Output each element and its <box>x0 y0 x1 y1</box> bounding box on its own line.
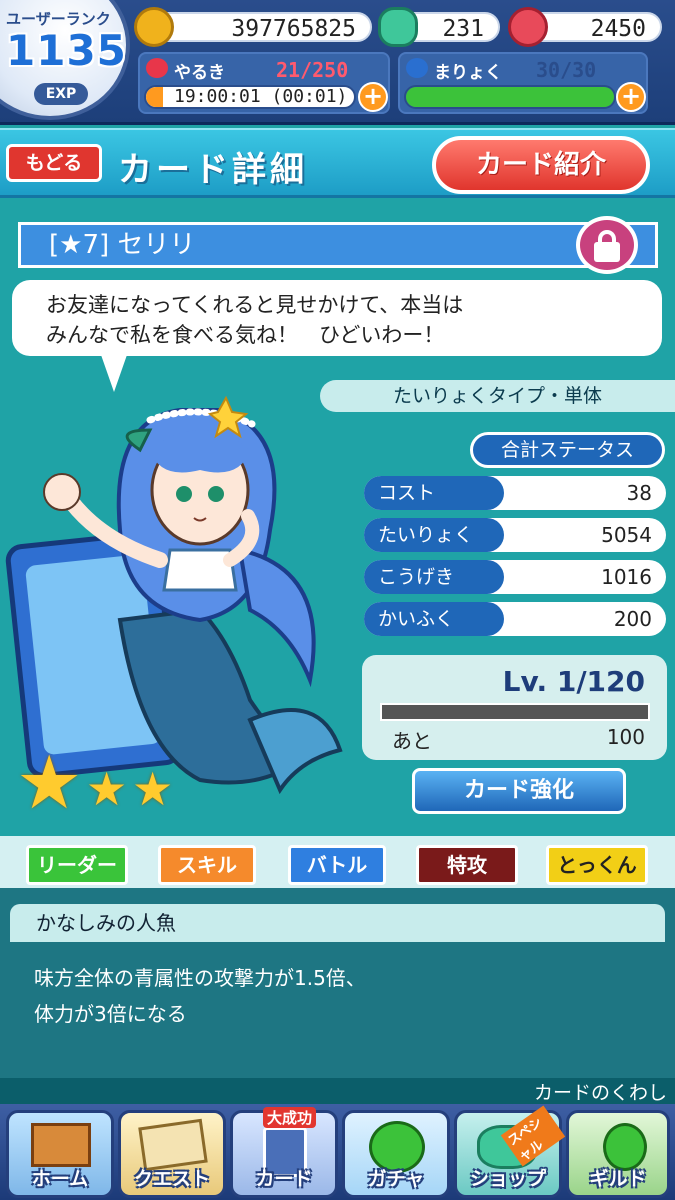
maryoku-label: まりょく <box>434 63 502 83</box>
nav-label: クエスト <box>133 1168 210 1190</box>
yaruki-label: やるき <box>174 63 225 83</box>
stat-recovery: かいふく 200 <box>364 602 666 636</box>
nav-card[interactable]: 大成功 カード <box>230 1107 338 1198</box>
house-icon <box>31 1123 91 1167</box>
maryoku-icon <box>406 58 428 78</box>
rarity-star-small-2: ★ <box>132 762 174 816</box>
leader-skill-name: かなしみの人魚 <box>10 904 665 942</box>
nav-label: カード <box>255 1168 313 1190</box>
level-box: Lv. 1/120 あと 100 <box>362 655 667 760</box>
page-title: カード詳細 <box>118 150 308 190</box>
card-intro-button[interactable]: カード紹介 <box>432 136 650 194</box>
nav-shop[interactable]: スペシャル ショップ <box>454 1105 566 1198</box>
status-header-label: 合計ステータス <box>470 432 665 468</box>
nav-gacha[interactable]: ガチャ <box>342 1110 450 1198</box>
status-header: ユーザーランク 1135 EXP 397765825 231 2450 やるき … <box>0 0 675 125</box>
stat-cost: コスト 38 <box>364 476 666 510</box>
lock-button[interactable] <box>576 216 638 274</box>
maryoku-plus-button[interactable]: + <box>616 82 646 112</box>
stat-value: 1016 <box>601 565 652 589</box>
yaruki-icon <box>146 58 168 78</box>
card-name: [★7] セリリ <box>18 222 658 268</box>
ticket-icon <box>508 7 548 47</box>
quote-line-2: みんなで私を食べる気ね！ ひどいわー！ <box>46 323 445 347</box>
maryoku-panel: まりょく 30/30 + <box>398 52 648 114</box>
desc-line-2: 体力が3倍になる <box>34 1002 187 1026</box>
exp-badge: EXP <box>34 83 88 105</box>
card-type: たいりょくタイプ・単体 <box>320 380 675 412</box>
lock-shackle <box>598 230 616 248</box>
desc-line-1: 味方全体の青属性の攻撃力が1.5倍、 <box>34 966 366 990</box>
yaruki-bar-fill <box>146 87 163 107</box>
nav-home[interactable]: ホーム <box>6 1110 114 1198</box>
user-rank: 1135 <box>6 26 127 75</box>
stat-label: コスト <box>364 476 504 510</box>
nav-guild[interactable]: ギルド <box>566 1110 670 1198</box>
tab-leader[interactable]: リーダー <box>26 845 128 885</box>
level-bar <box>380 703 650 721</box>
remain-value: 100 <box>606 725 645 749</box>
maryoku-bar-fill <box>406 87 614 107</box>
quote-line-1: お友達になってくれると見せかけて、本当は <box>46 293 464 317</box>
coin-count: 397765825 <box>140 12 372 42</box>
card-enhance-button[interactable]: カード強化 <box>412 768 626 814</box>
rarity-star-large: ★ <box>16 740 83 826</box>
rarity-star-small-1: ★ <box>86 762 128 816</box>
stat-value: 5054 <box>601 523 652 547</box>
nav-label: ギルド <box>589 1168 647 1190</box>
yaruki-bar: 19:00:01 (00:01) <box>144 85 356 109</box>
yaruki-panel: やるき 21/250 19:00:01 (00:01) + <box>138 52 390 114</box>
nav-label: ショップ <box>469 1168 546 1190</box>
back-button[interactable]: もどる <box>6 144 102 182</box>
yaruki-timer: 19:00:01 (00:01) <box>174 86 348 107</box>
stat-label: かいふく <box>364 602 504 636</box>
gem-icon <box>378 7 418 47</box>
maryoku-bar <box>404 85 616 109</box>
remain-label: あと <box>392 729 432 753</box>
tab-training[interactable]: とっくん <box>546 845 648 885</box>
level-text: Lv. 1/120 <box>502 665 645 698</box>
tab-skill[interactable]: スキル <box>158 845 256 885</box>
stat-value: 38 <box>626 481 652 505</box>
nav-label: ガチャ <box>367 1168 425 1190</box>
tab-battle[interactable]: バトル <box>288 845 386 885</box>
nav-badge: 大成功 <box>263 1107 317 1128</box>
leader-skill-desc: 味方全体の青属性の攻撃力が1.5倍、 体力が3倍になる <box>14 960 660 1032</box>
title-bar: もどる カード詳細 カード紹介 <box>0 128 675 198</box>
coin-icon <box>134 7 174 47</box>
stat-hp: たいりょく 5054 <box>364 518 666 552</box>
card-artwork: ★ ★ ★ <box>0 390 360 826</box>
speech-tail <box>100 352 128 392</box>
stat-value: 200 <box>613 607 652 631</box>
nav-label: ホーム <box>31 1168 89 1190</box>
stat-attack: こうげき 1016 <box>364 560 666 594</box>
yaruki-plus-button[interactable]: + <box>358 82 388 112</box>
card-quote: お友達になってくれると見せかけて、本当は みんなで私を食べる気ね！ ひどいわー！ <box>12 280 662 356</box>
stat-label: たいりょく <box>364 518 504 552</box>
tab-special-attack[interactable]: 特攻 <box>416 845 518 885</box>
stat-label: こうげき <box>364 560 504 594</box>
yaruki-value: 21/250 <box>276 58 349 82</box>
nav-quest[interactable]: クエスト <box>118 1110 226 1198</box>
maryoku-value: 30/30 <box>536 58 597 82</box>
